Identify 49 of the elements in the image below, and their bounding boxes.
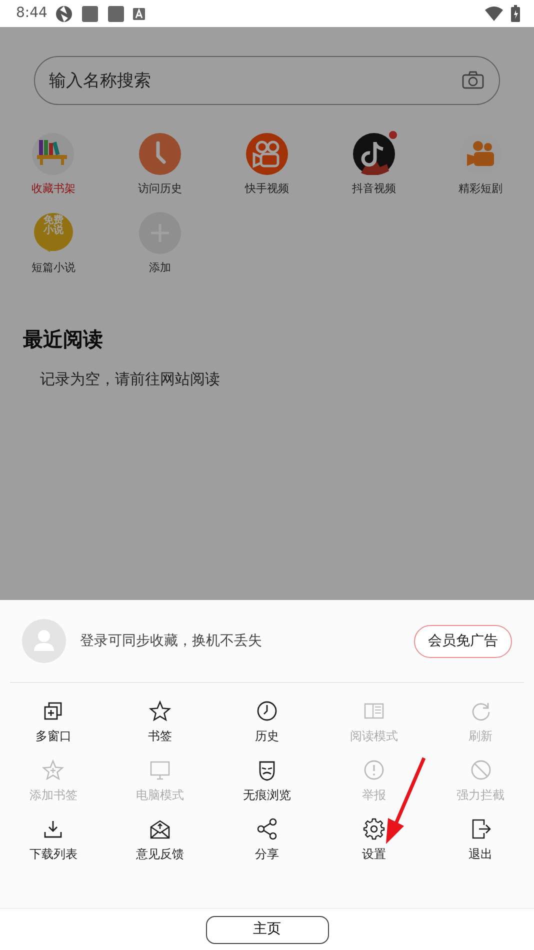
video-camera-icon [246,133,288,175]
vip-button[interactable]: 会员免广告 [414,624,512,658]
shortcut-tile[interactable]: 免费 小说 短篇小说 [0,212,107,276]
clock-icon [139,133,182,175]
shortcut-tile[interactable]: 添加 [106,212,214,276]
home-button[interactable]: 主页 [206,916,328,944]
wifi-icon [485,6,503,22]
download-icon [42,818,64,840]
monitor-icon [149,759,172,781]
windows-icon [42,700,64,722]
battery-icon [511,5,520,22]
keyboard-icon [133,8,146,20]
clock-time: 8:44 [16,4,48,23]
notification-icon [107,4,126,22]
clock-icon [256,700,278,722]
star-plus-icon [42,759,64,781]
menu-item[interactable]: 历史 [214,700,320,745]
music-note-icon [352,133,395,175]
menu-item[interactable]: 设置 [320,818,428,863]
menu-item[interactable]: 分享 [214,818,320,863]
shortcut-tile[interactable]: 抖音视频 [320,133,428,198]
menu-item[interactable]: 多窗口 [0,700,107,745]
alert-icon [362,759,385,781]
speech-bubble-icon [32,212,74,254]
shortcut-tile[interactable]: 访问历史 [106,133,214,198]
refresh-icon [470,700,492,722]
menu-item[interactable]: 退出 [427,818,534,863]
shortcut-tile[interactable]: 收藏书架 [0,133,107,198]
star-icon [149,700,172,722]
settings-icon [362,818,385,840]
bookshelf-icon [32,133,74,175]
block-icon [470,759,492,781]
camera-icon[interactable] [462,71,484,89]
icon-text: 免费 [43,216,64,226]
menu-item[interactable]: 无痕浏览 [214,759,320,804]
search-field[interactable]: 输入名称搜索 [34,56,500,105]
share-icon [256,818,278,840]
empty-message: 记录为空，请前往网站阅读 [40,369,221,390]
shortcut-tile[interactable]: 精彩短剧 [427,133,534,198]
menu-item[interactable]: 意见反馈 [106,818,214,863]
shortcut-tile[interactable]: 快手视频 [214,133,320,198]
menu-item[interactable]: 下载列表 [0,818,107,863]
login-prompt[interactable]: 登录可同步收藏，换机不丢失 [80,630,414,652]
exit-icon [470,818,492,840]
notification-icon [81,4,100,22]
envelope-icon [149,818,172,840]
section-title: 最近阅读 [23,326,104,353]
menu-item[interactable]: 书签 [106,700,214,745]
icon-text: 小说 [43,226,64,236]
